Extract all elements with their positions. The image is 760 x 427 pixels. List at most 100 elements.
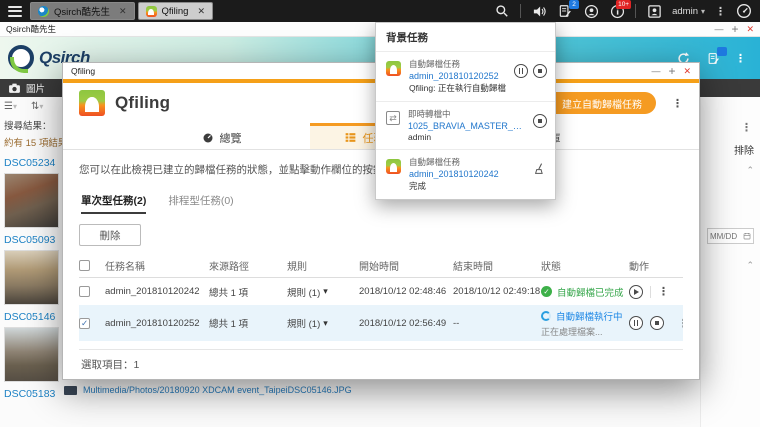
user-icon[interactable]: [646, 3, 662, 19]
camera-icon: [9, 83, 20, 93]
search-icon[interactable]: [494, 3, 510, 19]
pause-button[interactable]: [629, 316, 643, 330]
row-checkbox[interactable]: [79, 286, 90, 297]
pause-button[interactable]: [514, 64, 528, 78]
taskbar-tab-qfiling[interactable]: Qfiling ✕: [137, 2, 213, 20]
result-thumbnail[interactable]: [4, 250, 59, 305]
minimize-button[interactable]: [651, 67, 660, 76]
stop-button[interactable]: [533, 64, 547, 78]
row-more-button[interactable]: [658, 285, 669, 298]
result-link[interactable]: DSC05146: [4, 311, 60, 323]
play-button[interactable]: [629, 284, 643, 299]
chevron-down-icon: [323, 286, 328, 297]
filter-sidebar: 排除: [700, 97, 760, 427]
sort-icon[interactable]: ⇅: [31, 101, 43, 112]
source-path: 總共 1 項: [209, 319, 249, 330]
col-action: 動作: [629, 262, 649, 273]
notifications-icon[interactable]: 10+: [609, 0, 632, 19]
close-button[interactable]: [683, 67, 691, 76]
date-input[interactable]: [710, 231, 743, 241]
main-menu-icon[interactable]: [0, 0, 30, 22]
user-name-label: admin: [672, 5, 698, 17]
col-task-name: 任務名稱: [105, 262, 145, 273]
task-name-link[interactable]: 1025_BRAVIA_MASTER_Series_Z...: [408, 121, 525, 131]
background-tasks-panel: 背景任務 自動歸檔任務 admin_201810120252 Qfiling: …: [375, 22, 556, 200]
qfiling-icon: [386, 61, 401, 76]
chevron-down-icon: [323, 318, 328, 329]
collapse-icon[interactable]: [707, 260, 754, 271]
divider: [520, 4, 522, 18]
table-row[interactable]: admin_201810120242 總共 1 項 規則 (1) 2018/10…: [79, 278, 683, 305]
app-title: Qfiling: [115, 93, 171, 112]
col-rule: 規則: [287, 262, 307, 273]
maximize-button[interactable]: [731, 23, 738, 35]
taskbar-tab-qsirch[interactable]: Qsirch酷先生 ✕: [30, 2, 135, 20]
result-thumbnail[interactable]: [4, 173, 59, 228]
subtab-scheduled-tasks[interactable]: 排程型任務(0): [168, 193, 233, 214]
qsirch-app-icon: [38, 5, 49, 17]
row-more-button[interactable]: [678, 317, 683, 330]
background-task-item: 自動歸檔任務 admin_201810120242 完成: [376, 149, 555, 199]
taskbar-tab-label: Qfiling: [161, 5, 189, 17]
task-count-badge: 2: [569, 0, 580, 9]
user-menu[interactable]: admin: [672, 6, 705, 17]
divider: [635, 4, 637, 18]
dashboard-icon[interactable]: [736, 3, 752, 19]
table-header-row: 任務名稱 來源路徑 規則 開始時間 結束時間 狀態 動作: [79, 254, 683, 278]
qsirch-more-icon[interactable]: [735, 52, 746, 65]
row-actions: [629, 284, 683, 299]
window-more-icon[interactable]: [672, 97, 683, 110]
create-button-label: 建立自動歸檔任務: [562, 99, 642, 111]
more-options-icon[interactable]: [715, 5, 726, 18]
volume-icon[interactable]: [531, 3, 547, 19]
task-type: 自動歸檔任務: [409, 157, 461, 167]
maximize-button[interactable]: [668, 65, 675, 77]
result-link[interactable]: DSC05234: [4, 157, 60, 169]
rule-dropdown[interactable]: 規則 (1): [287, 285, 359, 299]
task-name-link[interactable]: admin_201810120242: [409, 169, 526, 179]
desktop: Qsirch酷先生 ✕ Qfiling ✕ 2 10+ admin ▾ ⋮ Qs…: [0, 0, 760, 427]
delete-button[interactable]: 刪除: [79, 224, 141, 246]
result-thumbnail[interactable]: [4, 327, 59, 382]
stop-button[interactable]: [650, 316, 664, 330]
collapse-icon[interactable]: [707, 165, 754, 176]
taskbar-right: 2 10+ admin: [494, 0, 760, 22]
results-column: ☰ ⇅ 搜尋結果： 約有 15 項結果 DSC05234 DSC05093 DS…: [0, 97, 67, 427]
subtab-single-tasks[interactable]: 單次型任務(2): [81, 193, 147, 214]
result-link[interactable]: DSC05093: [4, 234, 60, 246]
calendar-icon[interactable]: [743, 231, 751, 241]
taskbar-tab-label: Qsirch酷先生: [54, 7, 110, 18]
filter-more-icon[interactable]: [707, 121, 752, 134]
close-button[interactable]: [746, 25, 754, 34]
tab-overview[interactable]: 總覽: [188, 123, 256, 149]
minimize-button[interactable]: [714, 25, 723, 34]
notification-count-badge: 10+: [616, 0, 632, 9]
row-actions: [629, 316, 683, 330]
rule-dropdown[interactable]: 規則 (1): [287, 316, 359, 330]
photos-filter-label[interactable]: 圖片: [26, 81, 45, 95]
resource-monitor-icon[interactable]: [583, 3, 599, 19]
overview-icon: [203, 133, 212, 142]
panel-title: 背景任務: [386, 32, 428, 44]
qsirch-tasks-icon[interactable]: [705, 47, 727, 66]
col-source-path: 來源路徑: [209, 262, 249, 273]
rule-label: 規則 (1): [287, 287, 321, 299]
stop-button[interactable]: [533, 114, 547, 128]
list-view-icon[interactable]: ☰: [4, 101, 17, 112]
clear-task-icon[interactable]: [534, 162, 547, 175]
close-icon[interactable]: ✕: [119, 6, 127, 17]
task-type: 自動歸檔任務: [409, 59, 461, 69]
select-all-checkbox[interactable]: [79, 260, 90, 271]
task-name-link[interactable]: admin_201810120252: [409, 71, 506, 81]
table-row-selected[interactable]: admin_201810120252 總共 1 項 規則 (1) 2018/10…: [79, 305, 683, 341]
qsirch-logo-icon: [8, 45, 34, 73]
col-status: 狀態: [541, 262, 561, 273]
result-link[interactable]: DSC05183: [4, 388, 60, 400]
background-tasks-icon[interactable]: 2: [557, 0, 580, 19]
row-checkbox[interactable]: [79, 317, 90, 329]
file-path-link[interactable]: Multimedia/Photos/20180920 XDCAM event_T…: [83, 385, 352, 395]
close-icon[interactable]: ✕: [197, 6, 205, 17]
exclude-label[interactable]: 排除: [707, 142, 754, 157]
results-label: 搜尋結果：: [4, 121, 52, 132]
task-status: Qfiling: 正在執行自動歸檔任務: [409, 83, 506, 93]
